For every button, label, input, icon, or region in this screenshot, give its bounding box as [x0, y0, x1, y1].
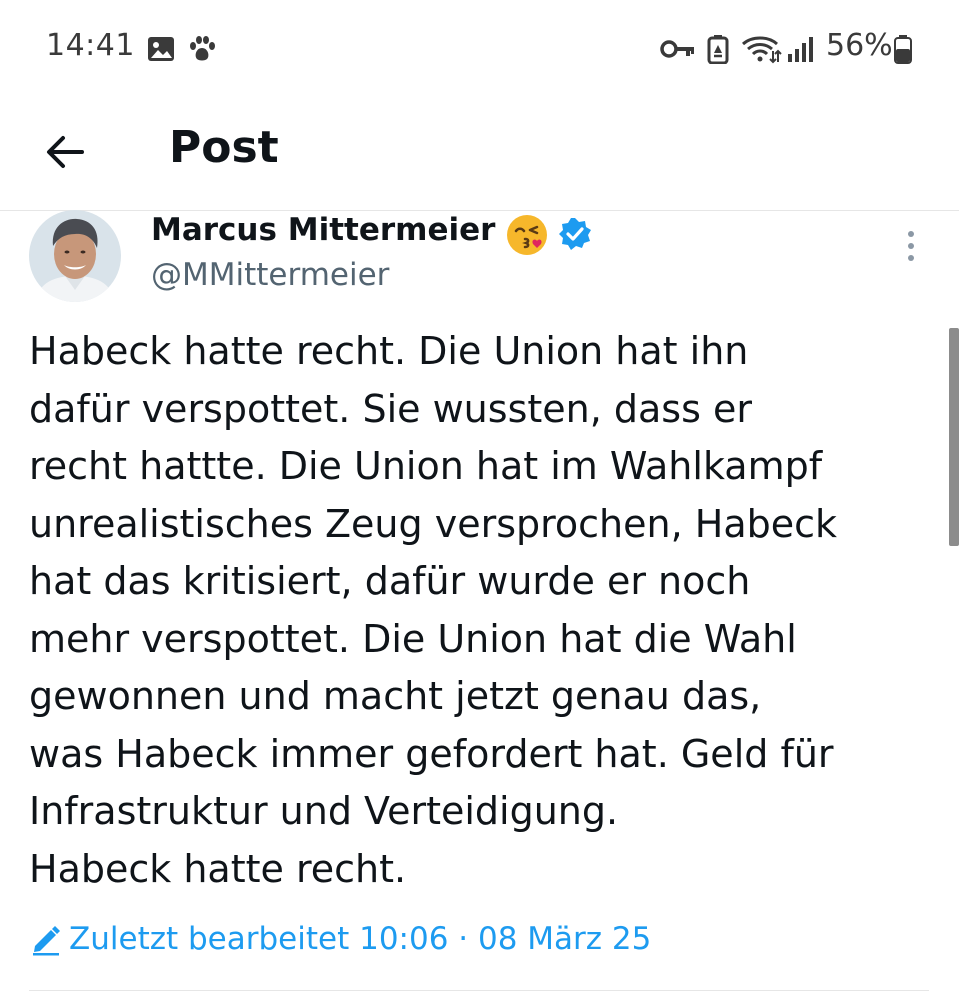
- status-bar: 14:41 56%: [0, 0, 959, 100]
- author-name[interactable]: Marcus Mittermeier: [151, 212, 495, 248]
- more-options-icon[interactable]: [896, 226, 926, 266]
- signal-icon: [788, 37, 813, 62]
- edit-history-link[interactable]: Zuletzt bearbeitet 10:06 · 08 März 25: [29, 915, 651, 963]
- top-app-bar: Post: [0, 100, 959, 211]
- post-text: Habeck hatte recht. Die Union hat ihn da…: [29, 329, 838, 891]
- avatar[interactable]: [29, 210, 121, 302]
- key-icon: [660, 40, 694, 58]
- verified-badge-icon[interactable]: [558, 217, 592, 251]
- scrollbar[interactable]: [949, 328, 959, 546]
- back-arrow-icon[interactable]: [38, 124, 94, 180]
- gallery-icon: [148, 37, 174, 61]
- battery-saver-icon: [707, 35, 729, 64]
- page-title: Post: [169, 122, 279, 173]
- status-time: 14:41: [46, 28, 135, 63]
- edited-timestamp: Zuletzt bearbeitet 10:06 · 08 März 25: [69, 921, 652, 957]
- battery-percent: 56%: [826, 28, 893, 63]
- kissing-face-emoji-icon: [507, 215, 547, 255]
- battery-icon: [894, 35, 912, 64]
- paw-icon: [190, 36, 215, 61]
- divider: [29, 990, 929, 991]
- author-handle[interactable]: @MMittermeier: [151, 257, 389, 293]
- pencil-icon: [33, 926, 60, 956]
- wifi-icon: [742, 36, 782, 64]
